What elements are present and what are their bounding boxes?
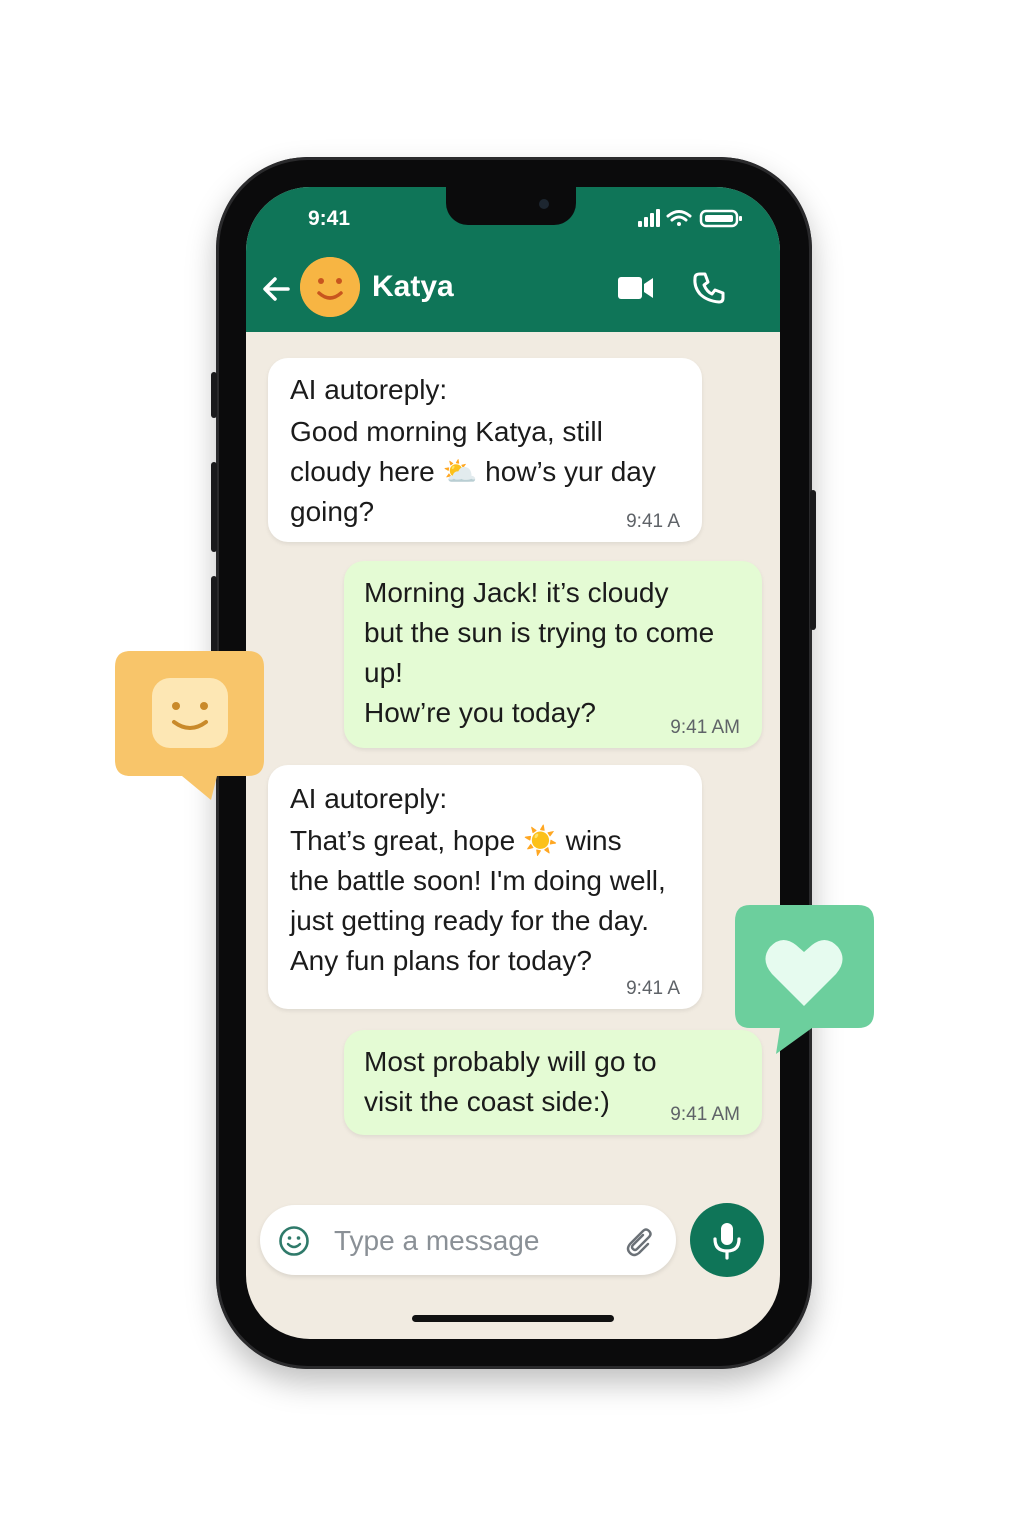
message-time: 9:41 AM [670,1104,740,1125]
message-time: 9:41 A [626,978,680,999]
message-time: 9:41 AM [670,717,740,738]
status-time: 9:41 [308,207,351,230]
phone-call-icon[interactable] [692,271,726,305]
message-time: 9:41 A [626,511,680,532]
mute-switch [211,372,217,418]
heart-badge-icon [735,905,874,1054]
emoji-icon[interactable] [278,1225,310,1257]
message-bubble-incoming[interactable]: AI autoreply: That’s great, hope ☀️ wins… [268,765,702,1009]
camera-notch [446,187,576,225]
smiley-badge-icon [115,651,264,800]
message-input[interactable] [332,1219,606,1263]
microphone-button[interactable] [690,1203,764,1277]
message-bubble-outgoing[interactable]: Morning Jack! it’s cloudy but the sun is… [344,561,762,748]
chat-screen: 9:41 Katya AI autoreply: Good morning Ka… [246,187,780,1339]
message-composer [260,1205,676,1275]
battery-icon [699,209,742,228]
message-bubble-incoming[interactable]: AI autoreply: Good morning Katya, still … [268,358,702,542]
message-text: Morning Jack! it’s cloudy but the sun is… [364,577,715,728]
volume-up-button [211,462,217,552]
status-icons [638,209,742,228]
attachment-icon[interactable] [624,1225,656,1257]
signal-icon [638,209,660,227]
autoreply-label: AI autoreply: [290,783,448,814]
front-camera [539,199,549,209]
contact-name[interactable]: Katya [372,270,454,304]
microphone-icon [713,1223,741,1260]
video-call-icon[interactable] [616,273,656,303]
wifi-icon [666,210,692,226]
back-arrow-icon[interactable] [260,273,292,305]
home-indicator [412,1315,614,1322]
message-bubble-outgoing[interactable]: Most probably will go to visit the coast… [344,1030,762,1135]
avatar-smiley-icon[interactable] [300,257,360,317]
message-text: That’s great, hope ☀️ wins the battle so… [290,825,666,976]
chat-header: 9:41 Katya [246,187,780,332]
power-button [810,490,816,630]
autoreply-label: AI autoreply: [290,374,448,405]
